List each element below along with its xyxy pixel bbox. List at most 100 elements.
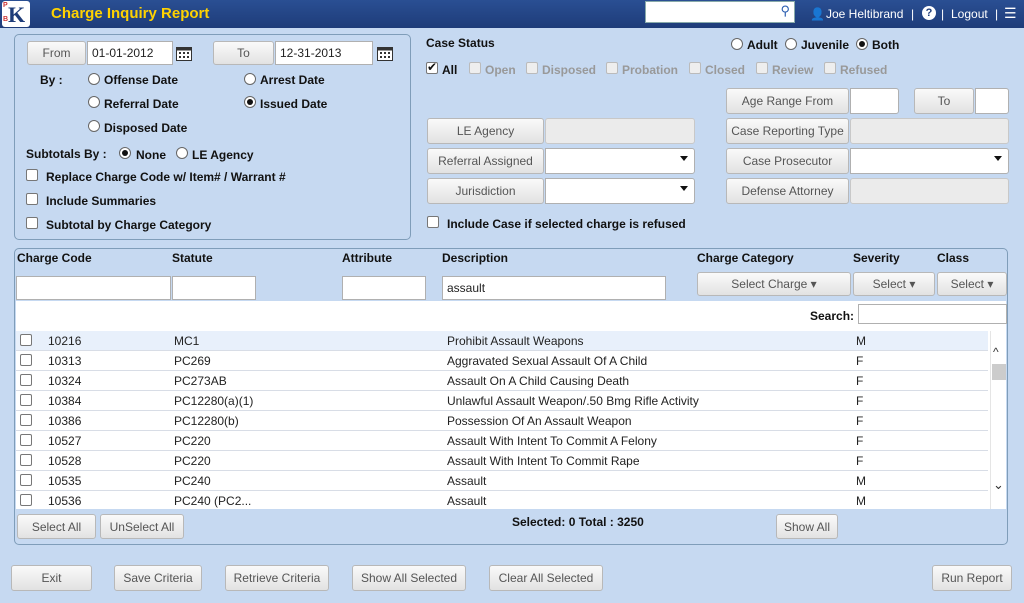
cell-description: Aggravated Sexual Assault Of A Child [447,354,648,368]
scroll-thumb[interactable] [992,364,1006,380]
charge-code-filter-input[interactable] [16,276,171,300]
select-charge-dropdown[interactable]: Select Charge ▾ [697,272,851,296]
age-range-from-label: Age Range From [726,88,849,114]
row-checkbox[interactable] [20,394,32,406]
row-checkbox[interactable] [20,494,32,506]
statute-filter-input[interactable] [172,276,256,300]
clear-all-selected-button[interactable]: Clear All Selected [489,565,603,591]
case-prosecutor-select[interactable] [850,148,1009,174]
to-date-input[interactable]: 12-31-2013 [275,41,373,65]
calendar-icon[interactable] [173,42,195,64]
table-row[interactable]: 10536 PC240 (PC2... Assault M [16,491,988,509]
referral-date-radio[interactable] [88,96,100,108]
attribute-filter-input[interactable] [342,276,426,300]
from-date-input[interactable]: 01-01-2012 [87,41,173,65]
select-severity-dropdown[interactable]: Select ▾ [853,272,935,296]
show-all-button[interactable]: Show All [776,514,838,539]
cell-statute: MC1 [174,334,200,348]
row-checkbox[interactable] [20,414,32,426]
column-header-description[interactable]: Description [442,251,508,265]
status-closed-checkbox[interactable] [689,62,701,74]
subtotals-le-radio[interactable] [176,147,188,159]
cell-charge-code: 10313 [48,354,82,368]
select-all-button[interactable]: Select All [17,514,96,539]
subtotals-label: Subtotals By : [26,147,107,161]
grid-search-input[interactable] [858,304,1007,324]
app-logo: P K B [2,1,30,27]
defense-attorney-input[interactable] [850,178,1009,204]
age-from-input[interactable] [850,88,899,114]
column-header-class[interactable]: Class [937,251,969,265]
status-disposed-checkbox[interactable] [526,62,538,74]
le-agency-input[interactable] [545,118,695,144]
replace-charge-checkbox[interactable] [26,169,38,181]
subtotals-none-radio[interactable] [119,147,131,159]
status-open-checkbox[interactable] [469,62,481,74]
description-filter-input[interactable]: assault [442,276,666,300]
selection-status: Selected: 0 Total : 3250 [512,515,644,529]
column-header-charge-code[interactable]: Charge Code [17,251,92,265]
column-header-attribute[interactable]: Attribute [342,251,392,265]
column-header-charge-category[interactable]: Charge Category [697,251,794,265]
row-checkbox[interactable] [20,454,32,466]
juvenile-radio[interactable] [785,38,797,50]
case-reporting-type-input[interactable] [850,118,1009,144]
scroll-down-icon[interactable]: ⌄ [993,477,1004,493]
cell-description: Assault On A Child Causing Death [447,374,630,388]
row-checkbox[interactable] [20,374,32,386]
user-name[interactable]: Joe Heltibrand [826,7,903,21]
age-to-input[interactable] [975,88,1009,114]
table-row[interactable]: 10313 PC269 Aggravated Sexual Assault Of A… [16,351,988,371]
row-checkbox[interactable] [20,334,32,346]
run-report-button[interactable]: Run Report [932,565,1012,591]
status-review-checkbox[interactable] [756,62,768,74]
search-icon[interactable]: ⚲ [780,3,790,19]
save-criteria-button[interactable]: Save Criteria [114,565,202,591]
referral-assigned-select[interactable] [545,148,695,174]
row-checkbox[interactable] [20,354,32,366]
replace-charge-label: Replace Charge Code w/ Item# / Warrant # [46,170,286,184]
table-row[interactable]: 10384 PC12280(a)(1) Unlawful Assault Weapo… [16,391,988,411]
subtotal-category-label: Subtotal by Charge Category [46,218,212,232]
show-all-selected-button[interactable]: Show All Selected [352,565,466,591]
logo-letter-k: K [8,2,26,27]
user-icon: 👤 [810,7,825,21]
cell-statute: PC240 [174,474,211,488]
subtotal-category-checkbox[interactable] [26,217,38,229]
jurisdiction-select[interactable] [545,178,695,204]
help-icon[interactable]: ? [922,6,936,20]
logout-link[interactable]: Logout [951,7,988,21]
cell-description: Assault [447,474,487,488]
table-row[interactable]: 10528 PC220 Assault With Intent To Commit … [16,451,988,471]
status-probation-checkbox[interactable] [606,62,618,74]
unselect-all-button[interactable]: UnSelect All [100,514,184,539]
table-row[interactable]: 10216 MC1 Prohibit Assault Weapons M [16,331,988,351]
cell-statute: PC12280(a)(1) [174,394,254,408]
arrest-date-radio[interactable] [244,73,256,85]
issued-date-radio[interactable] [244,96,256,108]
table-row[interactable]: 10386 PC12280(b) Possession Of An Assault … [16,411,988,431]
include-refused-checkbox[interactable] [427,216,439,228]
status-refused-checkbox[interactable] [824,62,836,74]
table-scrollbar[interactable]: ^ ⌄ [990,331,1006,509]
table-row[interactable]: 10527 PC220 Assault With Intent To Commit … [16,431,988,451]
select-class-dropdown[interactable]: Select ▾ [937,272,1007,296]
table-row[interactable]: 10535 PC240 Assault M [16,471,988,491]
row-checkbox[interactable] [20,434,32,446]
hamburger-icon[interactable]: ☰ [1004,5,1017,22]
adult-radio[interactable] [731,38,743,50]
column-header-severity[interactable]: Severity [853,251,900,265]
retrieve-criteria-button[interactable]: Retrieve Criteria [225,565,329,591]
both-radio[interactable] [856,38,868,50]
exit-button[interactable]: Exit [11,565,92,591]
disposed-date-radio[interactable] [88,120,100,132]
include-summaries-checkbox[interactable] [26,193,38,205]
table-row[interactable]: 10324 PC273AB Assault On A Child Causing D… [16,371,988,391]
status-all-checkbox[interactable] [426,60,438,74]
calendar-icon[interactable] [374,42,396,64]
row-checkbox[interactable] [20,474,32,486]
column-header-statute[interactable]: Statute [172,251,213,265]
offense-date-radio[interactable] [88,73,100,85]
scroll-up-icon[interactable]: ^ [993,345,999,359]
global-search-input[interactable]: ⚲ [645,1,795,23]
